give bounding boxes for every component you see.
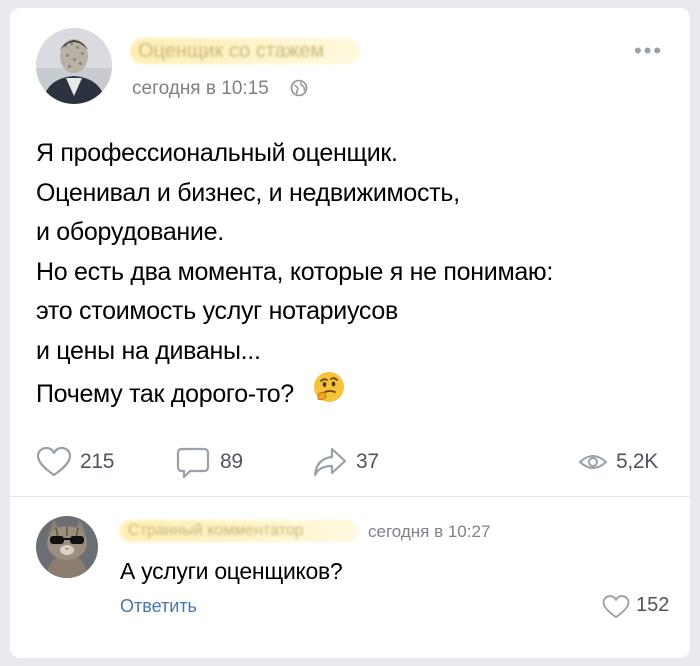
comment-count: 89 bbox=[220, 450, 243, 473]
post-text-line: и цены на диваны... bbox=[36, 336, 261, 365]
post-text-line: Но есть два момента, которые я не понима… bbox=[36, 257, 554, 286]
author-avatar[interactable] bbox=[36, 28, 112, 104]
more-icon[interactable]: ••• bbox=[634, 40, 663, 62]
thinking-face-icon bbox=[314, 372, 344, 402]
author-name[interactable]: Оценщик со стажем bbox=[130, 38, 360, 64]
divider bbox=[10, 496, 690, 497]
globe-icon bbox=[290, 79, 308, 97]
heart-icon bbox=[602, 595, 630, 619]
comment-timestamp[interactable]: сегодня в 10:27 bbox=[368, 522, 490, 542]
post-text-line: и оборудование. bbox=[36, 218, 224, 246]
views-count: 5,2K bbox=[616, 450, 658, 473]
post-text-line: это стоимость услуг нотариусов bbox=[36, 297, 398, 325]
post-question: Почему так дорого-то? bbox=[36, 380, 294, 408]
reply-link[interactable]: Ответить bbox=[120, 596, 197, 617]
commenter-name[interactable]: Странный комментатор bbox=[120, 520, 358, 542]
eye-icon bbox=[578, 455, 608, 469]
commenter-avatar[interactable] bbox=[36, 516, 98, 578]
like-count: 215 bbox=[80, 450, 115, 473]
post-card: Оценщик со стажем сегодня в 10:15 ••• Я … bbox=[10, 8, 690, 658]
share-icon bbox=[313, 447, 347, 477]
post-text-line: Я профессиональный оценщик. bbox=[36, 139, 398, 167]
post-text-line: Оценивал и бизнес, и недвижимость, bbox=[36, 178, 460, 207]
comment-like-count: 152 bbox=[636, 594, 670, 616]
share-count: 37 bbox=[356, 450, 379, 473]
post-timestamp[interactable]: сегодня в 10:15 bbox=[132, 78, 269, 100]
comment-text: А услуги оценщиков? bbox=[120, 558, 343, 584]
comment-icon bbox=[176, 447, 210, 479]
post-text: Я профессиональный оценщик. Оценивал и б… bbox=[36, 134, 553, 371]
heart-icon bbox=[36, 446, 72, 477]
